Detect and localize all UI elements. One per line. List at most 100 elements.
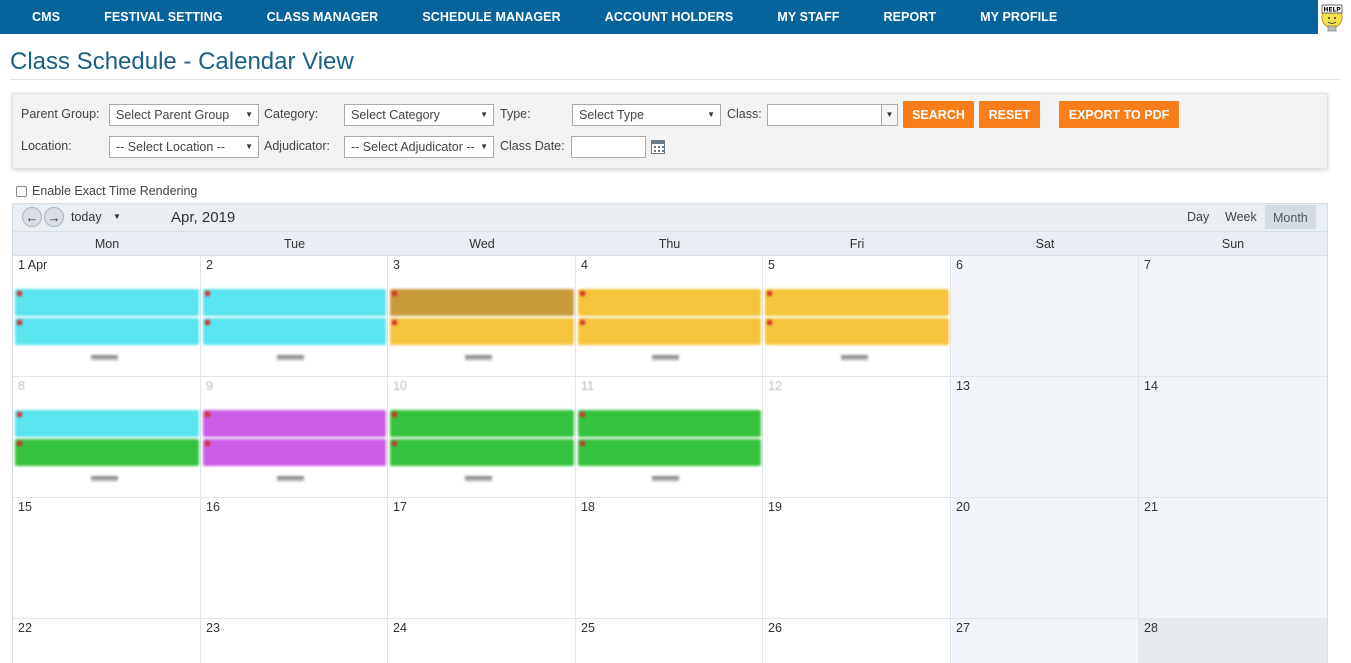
calendar-event[interactable] [203,289,386,316]
day-cell[interactable]: 16 [201,498,388,619]
day-number: 13 [956,379,970,393]
day-number: 28 [1144,621,1158,635]
calendar-event[interactable] [390,439,574,466]
day-number: 14 [1144,379,1158,393]
day-cell[interactable]: 6 [951,256,1139,377]
calendar-event[interactable] [203,318,386,345]
class-combobox[interactable]: ▼ [767,104,898,126]
help-bulb-icon[interactable]: HELP [1319,0,1345,34]
top-nav: CMS FESTIVAL SETTING CLASS MANAGER SCHED… [0,0,1318,34]
more-link[interactable]: ▬▬▬ [277,350,304,360]
reset-button[interactable]: RESET [979,101,1040,128]
caret-down-icon: ▼ [480,142,488,151]
day-number: 12 [768,379,782,393]
day-cell[interactable]: 24 [388,619,576,663]
view-month-button[interactable]: Month [1265,205,1316,229]
day-cell[interactable]: 7 [1139,256,1327,377]
adjudicator-label: Adjudicator: [264,139,331,153]
location-select[interactable]: -- Select Location -- ▼ [109,136,259,158]
day-cell[interactable]: 22 [13,619,201,663]
parent-group-select[interactable]: Select Parent Group ▼ [109,104,259,126]
class-date-label: Class Date: [500,139,565,153]
calendar-event[interactable] [390,318,574,345]
location-label: Location: [21,139,72,153]
calendar-event[interactable] [578,289,761,316]
more-link[interactable]: ▬▬▬ [91,471,118,481]
nav-class-manager[interactable]: CLASS MANAGER [267,10,379,24]
more-link[interactable]: ▬▬▬ [465,350,492,360]
day-cell[interactable]: 17 [388,498,576,619]
category-value: Select Category [351,108,440,122]
day-number: 7 [1144,258,1151,272]
filter-panel: Parent Group: Select Parent Group ▼ Cate… [12,93,1328,169]
day-cell[interactable]: 13 [951,377,1139,498]
calendar-toolbar: ← → today ▼ Apr, 2019 Day Week Month [12,203,1328,232]
class-date-input[interactable] [571,136,646,158]
caret-down-icon[interactable]: ▼ [113,212,121,221]
arrow-left-icon[interactable]: ← [22,207,42,227]
calendar-event[interactable] [765,318,949,345]
weekday-wed: Wed [469,237,495,251]
day-cell[interactable]: 28 [1139,619,1327,663]
day-cell[interactable]: 15 [13,498,201,619]
exact-time-checkbox[interactable] [16,185,27,197]
day-cell[interactable]: 14 [1139,377,1327,498]
day-cell[interactable]: 25 [576,619,763,663]
calendar-event[interactable] [578,410,761,437]
calendar-grid: Mon Tue Wed Thu Fri Sat Sun 1 Apr 2 3 4 … [12,232,1328,663]
more-link[interactable]: ▬▬▬ [652,471,679,481]
today-button[interactable]: today [71,210,102,224]
day-cell[interactable]: 19 [763,498,951,619]
calendar-event[interactable] [390,410,574,437]
day-cell[interactable]: 26 [763,619,951,663]
view-week-button[interactable]: Week [1217,208,1265,226]
day-number: 23 [206,621,220,635]
calendar-event[interactable] [390,289,574,316]
nav-report[interactable]: REPORT [883,10,936,24]
more-link[interactable]: ▬▬▬ [652,350,679,360]
nav-account-holders[interactable]: ACCOUNT HOLDERS [605,10,734,24]
calendar-event[interactable] [578,318,761,345]
category-select[interactable]: Select Category ▼ [344,104,494,126]
more-link[interactable]: ▬▬▬ [465,471,492,481]
day-cell[interactable]: 21 [1139,498,1327,619]
export-pdf-button[interactable]: EXPORT TO PDF [1059,101,1179,128]
calendar-event[interactable] [765,289,949,316]
calendar-event[interactable] [578,439,761,466]
arrow-right-icon[interactable]: → [44,207,64,227]
nav-festival-setting[interactable]: FESTIVAL SETTING [104,10,223,24]
caret-down-icon: ▼ [245,110,253,119]
more-link[interactable]: ▬▬▬ [841,350,868,360]
day-cell[interactable]: 20 [951,498,1139,619]
more-link[interactable]: ▬▬▬ [277,471,304,481]
class-label: Class: [727,107,762,121]
day-cell[interactable]: 23 [201,619,388,663]
day-number: 10 [393,379,407,393]
exact-time-toggle[interactable]: Enable Exact Time Rendering [16,184,197,198]
adjudicator-select[interactable]: -- Select Adjudicator -- ▼ [344,136,494,158]
view-day-button[interactable]: Day [1179,208,1217,226]
calendar-event[interactable] [15,439,199,466]
caret-down-icon[interactable]: ▼ [881,105,897,125]
day-cell[interactable]: 18 [576,498,763,619]
calendar-event[interactable] [15,289,199,316]
search-button[interactable]: SEARCH [903,101,974,128]
day-number: 3 [393,258,400,272]
calendar-event[interactable] [203,410,386,437]
calendar-event[interactable] [15,318,199,345]
nav-my-profile[interactable]: MY PROFILE [980,10,1057,24]
day-cell[interactable]: 12 [763,377,951,498]
more-link[interactable]: ▬▬▬ [91,350,118,360]
day-number: 18 [581,500,595,514]
calendar-event[interactable] [15,410,199,437]
nav-cms[interactable]: CMS [32,10,60,24]
day-number: 21 [1144,500,1158,514]
type-select[interactable]: Select Type ▼ [572,104,721,126]
nav-schedule-manager[interactable]: SCHEDULE MANAGER [422,10,560,24]
day-number: 17 [393,500,407,514]
nav-my-staff[interactable]: MY STAFF [777,10,839,24]
day-cell[interactable]: 27 [951,619,1139,663]
type-value: Select Type [579,108,645,122]
calendar-event[interactable] [203,439,386,466]
calendar-icon[interactable] [651,140,665,154]
